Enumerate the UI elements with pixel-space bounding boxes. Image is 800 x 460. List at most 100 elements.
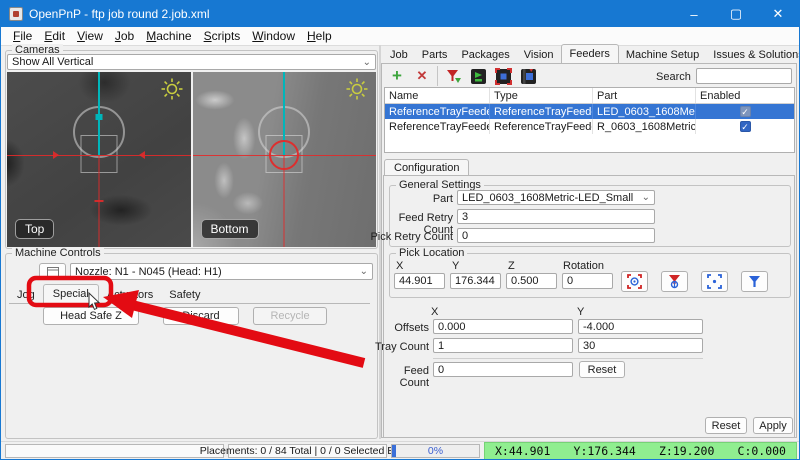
discard-button[interactable]: Discard xyxy=(163,307,239,325)
table-row[interactable]: ReferenceTrayFeeder ReferenceTrayFeeder … xyxy=(385,119,794,134)
progress-text: 0% xyxy=(392,445,479,458)
menu-help[interactable]: Help xyxy=(301,27,338,45)
feed-retry-input[interactable]: 3 xyxy=(457,209,655,224)
status-bar: Placements: 0 / 84 Total | 0 / 0 Selecte… xyxy=(1,441,799,460)
recycle-button[interactable]: Recycle xyxy=(253,307,327,325)
position-tool-button[interactable] xyxy=(741,271,768,292)
maximize-button[interactable]: ▢ xyxy=(715,1,757,27)
menu-scripts[interactable]: Scripts xyxy=(198,27,247,45)
toolbar-separator xyxy=(437,66,438,86)
reset-button[interactable]: Reset xyxy=(705,417,747,434)
table-row[interactable]: ReferenceTrayFeeder ReferenceTrayFeeder … xyxy=(385,104,794,119)
brightness-sun-icon[interactable] xyxy=(346,78,368,100)
chevron-down-icon: ⌄ xyxy=(363,57,371,68)
x-axis-label: X xyxy=(396,260,403,272)
offsets-y-input[interactable]: -4.000 xyxy=(578,319,703,334)
table-header-row: Name Type Part Enabled xyxy=(385,88,794,104)
menu-machine[interactable]: Machine xyxy=(140,27,197,45)
status-message-panel xyxy=(5,444,224,458)
camera-red-mark-left xyxy=(53,151,59,159)
delete-x-icon: ✕ xyxy=(417,68,428,84)
menu-file[interactable]: File xyxy=(7,27,38,45)
column-header-name[interactable]: Name xyxy=(385,88,490,103)
feeder-camera-icon xyxy=(495,68,512,85)
capture-tool-location-button[interactable] xyxy=(661,271,688,292)
nozzle-select[interactable]: Nozzle: N1 - N045 (Head: H1) ⌄ xyxy=(70,263,373,280)
feed-count-reset-button[interactable]: Reset xyxy=(579,361,625,378)
tab-parts[interactable]: Parts xyxy=(415,47,455,63)
camera-top-badge: Top xyxy=(15,219,54,239)
set-part-button[interactable] xyxy=(518,66,538,86)
offsets-x-header: X xyxy=(431,306,438,318)
offsets-x-input[interactable]: 0.000 xyxy=(433,319,573,334)
column-header-type[interactable]: Type xyxy=(490,88,593,103)
camera-red-mark-right xyxy=(139,151,145,159)
tray-count-y-input[interactable]: 30 xyxy=(578,338,703,353)
camera-view-bottom[interactable]: Bottom xyxy=(193,72,377,247)
tab-job[interactable]: Job xyxy=(383,47,415,63)
apply-button[interactable]: Apply xyxy=(753,417,793,434)
pick-x-input[interactable]: 44.901 xyxy=(394,273,445,289)
capture-camera-location-button[interactable] xyxy=(621,271,648,292)
pick-rotation-input[interactable]: 0 xyxy=(562,273,613,289)
menu-view[interactable]: View xyxy=(71,27,109,45)
menu-job[interactable]: Job xyxy=(109,27,140,45)
feed-count-label: Feed Count xyxy=(373,365,429,389)
tab-vision[interactable]: Vision xyxy=(517,47,561,63)
camera-red-circle xyxy=(269,140,299,170)
camera-view-select[interactable]: Show All Vertical ⌄ xyxy=(7,54,376,70)
chevron-down-icon: ⌄ xyxy=(642,192,650,203)
show-part-camera-button[interactable] xyxy=(493,66,513,86)
offsets-y-header: Y xyxy=(577,306,584,318)
menu-edit[interactable]: Edit xyxy=(38,27,71,45)
app-icon xyxy=(9,7,23,21)
search-input[interactable] xyxy=(696,68,792,84)
tab-issues-solutions[interactable]: Issues & Solutions xyxy=(706,47,800,63)
enabled-checkbox[interactable]: ✓ xyxy=(740,121,751,132)
column-header-enabled[interactable]: Enabled xyxy=(696,88,794,103)
menu-bar: File Edit View Job Machine Scripts Windo… xyxy=(1,27,799,46)
capture-camera-icon xyxy=(627,274,642,289)
tab-actuators[interactable]: Actuators xyxy=(99,287,161,303)
window-icon xyxy=(47,267,59,277)
menu-window[interactable]: Window xyxy=(246,27,301,45)
title-bar: OpenPnP - ftp job round 2.job.xml – ▢ ✕ xyxy=(1,1,799,27)
pick-retry-label: Pick Retry Count xyxy=(367,231,453,243)
tab-packages[interactable]: Packages xyxy=(454,47,516,63)
rotation-label: Rotation xyxy=(563,260,604,272)
add-feeder-button[interactable]: + xyxy=(387,66,407,86)
camera-view-top[interactable]: Top xyxy=(7,72,191,247)
main-tabs: Job Parts Packages Vision Feeders Machin… xyxy=(383,45,800,63)
tab-jog[interactable]: Jog xyxy=(9,287,43,303)
pick-z-input[interactable]: 0.500 xyxy=(506,273,557,289)
capture-tool-icon xyxy=(667,274,682,289)
camera-cyan-handle xyxy=(95,114,102,120)
delete-feeder-button[interactable]: ✕ xyxy=(412,66,432,86)
tab-machine-setup[interactable]: Machine Setup xyxy=(619,47,706,63)
close-button[interactable]: ✕ xyxy=(757,1,799,27)
pick-retry-input[interactable]: 0 xyxy=(457,228,655,243)
feeders-table: Name Type Part Enabled ReferenceTrayFeed… xyxy=(384,87,795,153)
pick-y-input[interactable]: 176.344 xyxy=(450,273,501,289)
column-header-part[interactable]: Part xyxy=(593,88,696,103)
tab-special[interactable]: Special xyxy=(43,284,99,303)
feeder-pick-icon xyxy=(470,68,487,85)
part-label: Part xyxy=(431,193,453,205)
tab-safety[interactable]: Safety xyxy=(161,287,208,303)
minimize-button[interactable]: – xyxy=(673,1,715,27)
tab-feeders[interactable]: Feeders xyxy=(561,44,619,63)
part-select[interactable]: LED_0603_1608Metric-LED_Small ⌄ xyxy=(457,190,655,205)
tray-count-x-input[interactable]: 1 xyxy=(433,338,573,353)
feed-count-input[interactable]: 0 xyxy=(433,362,573,377)
tab-pane-border xyxy=(9,303,370,304)
z-axis-label: Z xyxy=(508,260,515,272)
feed-feeder-button[interactable] xyxy=(443,66,463,86)
pick-location-label: Pick Location xyxy=(396,247,467,259)
enabled-checkbox[interactable]: ✓ xyxy=(740,106,751,117)
brightness-sun-icon[interactable] xyxy=(161,78,183,100)
position-camera-icon xyxy=(707,274,722,289)
position-camera-button[interactable] xyxy=(701,271,728,292)
pick-feeder-button[interactable] xyxy=(468,66,488,86)
park-head-button[interactable] xyxy=(39,263,66,280)
head-safe-z-button[interactable]: Head Safe Z xyxy=(43,307,139,325)
